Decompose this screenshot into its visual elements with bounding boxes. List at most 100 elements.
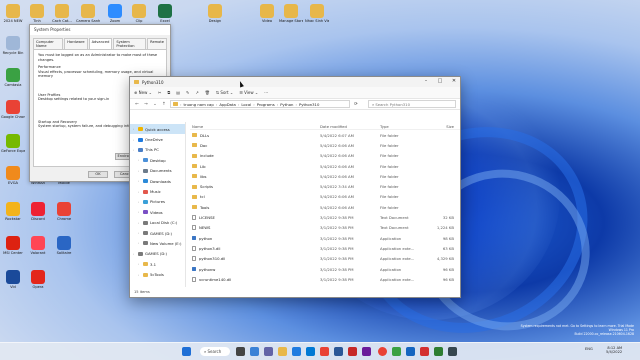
chevron-right-icon[interactable]: › bbox=[295, 102, 297, 107]
desktop-shortcut[interactable]: Camera Sanh bbox=[76, 4, 100, 23]
new-button[interactable]: ⊕ New ⌄ bbox=[134, 90, 152, 95]
file-row[interactable]: python310.dll 3/1/2022 9:38 PM Application… bbox=[190, 254, 460, 264]
view-button[interactable]: ☰ View ⌄ bbox=[239, 90, 258, 95]
chevron-right-icon[interactable]: › bbox=[253, 102, 255, 107]
widgets-icon[interactable] bbox=[250, 347, 259, 356]
app-icon[interactable] bbox=[406, 347, 415, 356]
desktop-shortcut[interactable]: Valorant bbox=[26, 236, 50, 255]
app-icon[interactable] bbox=[362, 347, 371, 356]
desktop-shortcut[interactable]: Cach Cat... bbox=[50, 4, 74, 23]
desktop-shortcut[interactable]: Video bbox=[255, 4, 279, 23]
chevron-right-icon[interactable]: › bbox=[133, 127, 136, 131]
breadcrumb-segment[interactable]: Programs bbox=[257, 102, 275, 107]
nav-item[interactable]: › Local Disk (C:) bbox=[130, 218, 185, 228]
tab-remote[interactable]: Remote bbox=[147, 38, 167, 49]
nav-item[interactable]: › New Volume (E:) bbox=[130, 238, 185, 248]
desktop-shortcut[interactable]: Excel bbox=[153, 4, 177, 23]
breadcrumb-segment[interactable]: Python bbox=[280, 102, 293, 107]
chevron-right-icon[interactable]: › bbox=[133, 252, 136, 256]
desktop-shortcut[interactable]: Rockstar bbox=[1, 202, 25, 221]
file-row[interactable]: libs 5/4/2022 6:06 AM File folder bbox=[190, 171, 460, 181]
app-icon[interactable] bbox=[448, 347, 457, 356]
file-row[interactable]: Lib 5/4/2022 6:06 AM File folder bbox=[190, 161, 460, 171]
breadcrumb-segment[interactable]: AppData bbox=[219, 102, 235, 107]
desktop-shortcut[interactable]: Design bbox=[203, 4, 227, 23]
nav-item[interactable]: › This PC bbox=[130, 145, 185, 155]
desktop-shortcut[interactable]: Solitaire bbox=[52, 236, 76, 255]
file-row[interactable]: Tools 5/4/2022 6:06 AM File folder bbox=[190, 202, 460, 212]
tab-system-protection[interactable]: System Protection bbox=[113, 38, 147, 49]
close-button[interactable]: ✕ bbox=[446, 78, 462, 84]
chrome-icon[interactable] bbox=[378, 347, 387, 356]
start-icon[interactable] bbox=[182, 347, 191, 356]
more-options-button[interactable]: ··· bbox=[264, 90, 268, 95]
up-icon[interactable]: ↑ bbox=[161, 102, 167, 107]
nav-item[interactable]: › Downloads bbox=[130, 176, 185, 186]
nav-item[interactable]: › OneDrive bbox=[130, 134, 185, 144]
desktop-shortcut[interactable]: MSI Center bbox=[1, 236, 25, 255]
column-size[interactable]: Size bbox=[426, 124, 460, 129]
cut-icon[interactable]: ✂ bbox=[158, 90, 161, 95]
chevron-down-icon[interactable]: ⌄ bbox=[152, 102, 158, 107]
breadcrumb-segment[interactable]: Local bbox=[241, 102, 251, 107]
nav-item[interactable]: › Videos bbox=[130, 207, 185, 217]
nav-item[interactable]: › Quick access bbox=[130, 124, 185, 135]
tab-hardware[interactable]: Hardware bbox=[64, 38, 88, 49]
desktop-shortcut[interactable]: EVGA bbox=[1, 166, 25, 185]
chat-icon[interactable] bbox=[264, 347, 273, 356]
column-type[interactable]: Type bbox=[380, 124, 426, 129]
delete-icon[interactable]: 🗑 bbox=[205, 90, 210, 95]
desktop-shortcut[interactable]: Recycle Bin bbox=[1, 36, 25, 55]
chevron-right-icon[interactable]: › bbox=[138, 169, 141, 173]
app-icon[interactable] bbox=[420, 347, 429, 356]
store-icon[interactable] bbox=[306, 347, 315, 356]
column-date[interactable]: Date modified bbox=[320, 124, 380, 129]
file-row[interactable]: DLLs 5/4/2022 6:07 AM File folder bbox=[190, 130, 460, 140]
desktop-shortcut[interactable]: Clip bbox=[127, 4, 151, 23]
refresh-icon[interactable]: ⟳ bbox=[353, 102, 359, 107]
desktop-shortcut[interactable]: GeForce Experience bbox=[1, 134, 25, 153]
breadcrumb-segment[interactable]: truong nam cap bbox=[184, 102, 214, 107]
app-icon[interactable] bbox=[392, 347, 401, 356]
desktop-shortcut[interactable]: Opera bbox=[26, 270, 50, 289]
desktop-shortcut[interactable]: Camtasia bbox=[1, 68, 25, 87]
desktop-shortcut[interactable]: Google Chrome bbox=[1, 100, 25, 119]
nav-item[interactable]: › Music bbox=[130, 186, 185, 196]
forward-icon[interactable]: → bbox=[143, 102, 149, 107]
nav-item[interactable]: › GAMES (D:) bbox=[130, 249, 185, 259]
file-row[interactable]: python 3/1/2022 9:38 PM Application 98 KB bbox=[190, 233, 460, 243]
breadcrumb-segment[interactable]: Python310 bbox=[299, 102, 319, 107]
sort-button[interactable]: ⇅ Sort ⌄ bbox=[216, 90, 233, 95]
chevron-right-icon[interactable]: › bbox=[133, 138, 136, 142]
copy-icon[interactable]: ⧉ bbox=[167, 90, 170, 95]
chevron-right-icon[interactable]: › bbox=[138, 179, 141, 183]
chevron-right-icon[interactable]: › bbox=[138, 262, 141, 266]
desktop-shortcut[interactable]: Manage Store bbox=[279, 4, 303, 23]
chevron-right-icon[interactable]: › bbox=[138, 200, 141, 204]
desktop-shortcut[interactable]: Vid bbox=[1, 270, 25, 289]
nav-item[interactable]: › 5cTools bbox=[130, 269, 185, 279]
nav-item[interactable]: › Documents bbox=[130, 166, 185, 176]
task-view-icon[interactable] bbox=[236, 347, 245, 356]
nav-item[interactable]: › 3.1 bbox=[130, 259, 185, 269]
tab-computer-name[interactable]: Computer Name bbox=[33, 38, 64, 49]
clock[interactable]: 8:12 AM 5/4/2022 bbox=[606, 346, 622, 355]
breadcrumb[interactable]: › truong nam cap › AppData › Local › Programs › P… bbox=[170, 100, 350, 108]
file-row[interactable]: LICENSE 3/1/2022 9:38 PM Text Document 32 K… bbox=[190, 212, 460, 222]
search-input[interactable]: ⌕ Search Python310 bbox=[368, 100, 456, 108]
app-icon[interactable] bbox=[434, 347, 443, 356]
chevron-right-icon[interactable]: › bbox=[133, 148, 136, 152]
app-icon[interactable] bbox=[348, 347, 357, 356]
desktop-shortcut[interactable]: Chrome bbox=[52, 202, 76, 221]
nav-item[interactable]: › GAMES (D:) bbox=[130, 228, 185, 238]
chevron-right-icon[interactable]: › bbox=[238, 102, 240, 107]
chevron-right-icon[interactable]: › bbox=[138, 158, 141, 162]
paste-icon[interactable]: ▤ bbox=[176, 90, 180, 95]
chevron-right-icon[interactable]: › bbox=[138, 190, 141, 194]
desktop-shortcut[interactable]: Discord bbox=[26, 202, 50, 221]
file-row[interactable]: Doc 5/4/2022 6:06 AM File folder bbox=[190, 140, 460, 150]
chevron-right-icon[interactable]: › bbox=[138, 231, 141, 235]
file-row[interactable]: Scripts 5/4/2022 3:34 AM File folder bbox=[190, 181, 460, 191]
column-name[interactable]: Name bbox=[190, 124, 320, 129]
back-icon[interactable]: ← bbox=[134, 102, 140, 107]
